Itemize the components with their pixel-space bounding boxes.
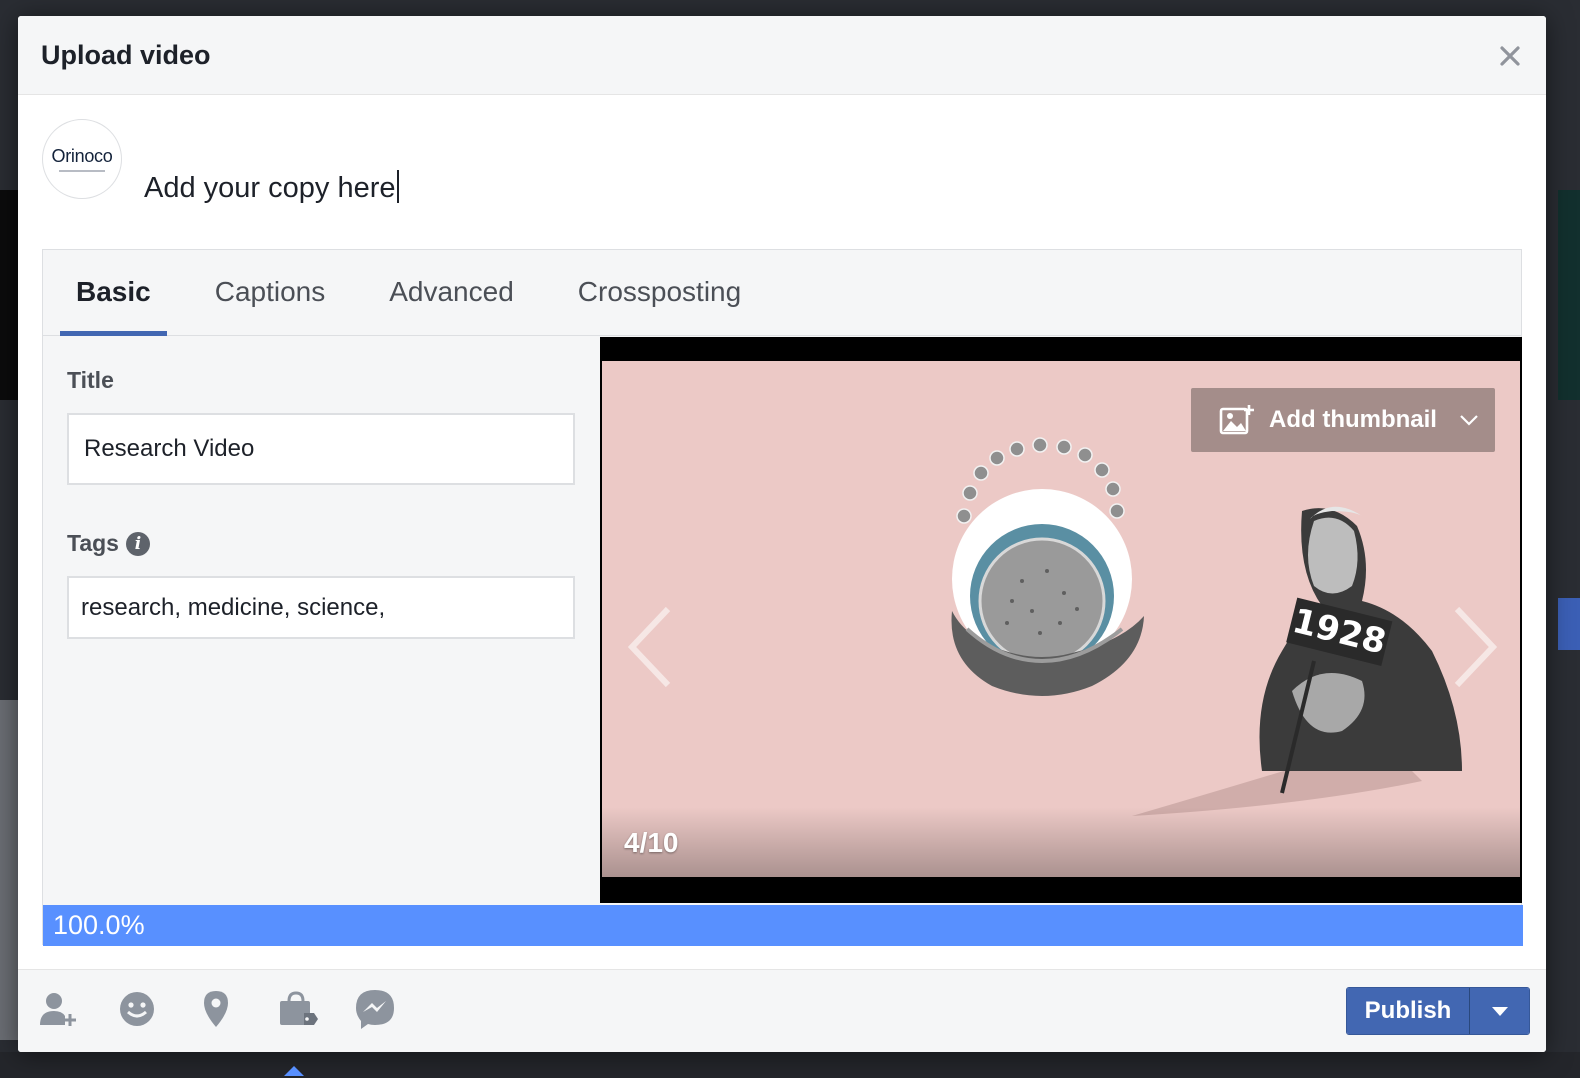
- title-input[interactable]: Research Video: [67, 413, 575, 485]
- publish-button[interactable]: Publish: [1347, 988, 1469, 1034]
- tags-input[interactable]: research, medicine, science,: [67, 576, 575, 639]
- thumbnail-preview: 1928 Add thumbnail 4/10: [600, 337, 1522, 903]
- add-thumbnail-label: Add thumbnail: [1269, 406, 1437, 433]
- upload-progress-text: 100.0%: [53, 910, 145, 940]
- close-icon: [1500, 46, 1520, 66]
- shop-bag-icon[interactable]: [274, 987, 318, 1031]
- tag-people-icon[interactable]: [36, 987, 80, 1031]
- composer-text: Add your copy here: [144, 172, 396, 204]
- tags-label-text: Tags: [67, 530, 119, 556]
- tab-crossposting[interactable]: Crossposting: [562, 249, 757, 335]
- tags-input-value: research, medicine, science,: [81, 593, 386, 621]
- next-thumbnail-arrow-icon[interactable]: [1447, 605, 1501, 689]
- feeling-icon[interactable]: [115, 987, 159, 1031]
- location-icon[interactable]: [194, 987, 238, 1031]
- tab-captions[interactable]: Captions: [199, 249, 342, 335]
- backdrop-right-button: [1558, 598, 1580, 650]
- post-composer: Orinoco Add your copy here: [18, 95, 1546, 249]
- publish-options-button[interactable]: [1469, 988, 1529, 1034]
- backdrop-right: [1558, 190, 1580, 400]
- tab-bar: Basic Captions Advanced Crossposting: [43, 250, 1521, 336]
- backdrop-bottom: [0, 1052, 1580, 1078]
- avatar-logo-subline: [59, 170, 105, 172]
- thumbnail-counter: 4/10: [624, 827, 679, 858]
- title-input-value: Research Video: [84, 435, 255, 462]
- basic-form: Title Research Video Tags i research, me…: [43, 337, 600, 905]
- video-frame: 1928 Add thumbnail 4/10: [602, 361, 1520, 877]
- upload-progress-fill: [43, 905, 1523, 946]
- composer-input[interactable]: Add your copy here: [144, 170, 400, 205]
- messenger-icon[interactable]: [353, 987, 397, 1031]
- video-details-panel: Basic Captions Advanced Crossposting Tit…: [42, 249, 1523, 946]
- dialog-footer: Publish: [18, 969, 1546, 1052]
- chevron-down-icon: [1460, 415, 1478, 426]
- info-icon[interactable]: i: [125, 531, 150, 556]
- tab-basic[interactable]: Basic: [60, 249, 167, 336]
- add-thumbnail-button[interactable]: Add thumbnail: [1191, 388, 1495, 452]
- avatar-name: Orinoco: [51, 146, 113, 166]
- tooltip-pointer: [284, 1066, 304, 1076]
- tab-advanced[interactable]: Advanced: [373, 249, 530, 335]
- caret-down-icon: [1491, 1006, 1508, 1016]
- upload-progress-bar: 100.0%: [43, 905, 1523, 946]
- title-label-text: Title: [67, 367, 114, 393]
- avatar: Orinoco: [42, 119, 122, 199]
- title-label: Title: [67, 367, 114, 394]
- backdrop-left: [0, 190, 18, 400]
- close-button[interactable]: [1496, 42, 1524, 70]
- backdrop-left-lower: [0, 700, 18, 1040]
- previous-thumbnail-arrow-icon[interactable]: [624, 605, 678, 689]
- text-caret: [397, 170, 400, 203]
- tags-label: Tags i: [67, 530, 150, 557]
- dialog-title: Upload video: [41, 39, 211, 70]
- frame-shade: [602, 807, 1520, 877]
- add-photo-icon: [1219, 405, 1254, 435]
- dialog-header: Upload video: [18, 16, 1546, 95]
- upload-video-dialog: Upload video Orinoco Add your copy here …: [18, 16, 1546, 1052]
- publish-split-button: Publish: [1346, 987, 1530, 1035]
